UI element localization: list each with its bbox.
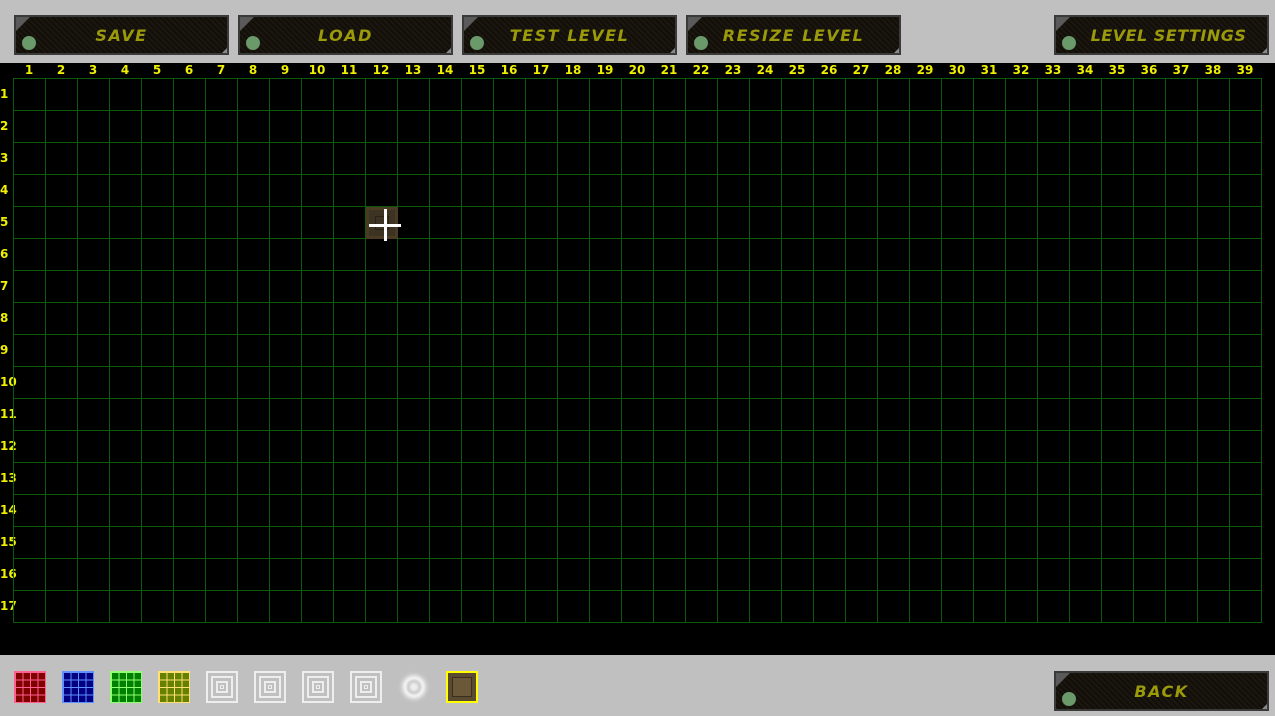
column-label: 1 [24, 63, 34, 77]
resize-level-button[interactable]: RESIZE LEVEL [686, 15, 901, 55]
column-label: 18 [564, 63, 582, 77]
level-settings-button[interactable]: LEVEL SETTINGS [1054, 15, 1269, 55]
column-label: 6 [184, 63, 194, 77]
column-label: 16 [500, 63, 518, 77]
row-label: 7 [0, 279, 9, 293]
palette-tile-metal-crate[interactable] [446, 671, 478, 703]
column-label: 26 [820, 63, 838, 77]
column-label: 38 [1204, 63, 1222, 77]
palette-tile-concentric-square-3[interactable] [302, 671, 334, 703]
column-label: 8 [248, 63, 258, 77]
row-label: 10 [0, 375, 17, 389]
column-label: 22 [692, 63, 710, 77]
column-label: 37 [1172, 63, 1190, 77]
column-label: 35 [1108, 63, 1126, 77]
row-label: 8 [0, 311, 9, 325]
column-label: 20 [628, 63, 646, 77]
palette-tile-concentric-square-1[interactable] [206, 671, 238, 703]
column-label: 17 [532, 63, 550, 77]
column-label: 31 [980, 63, 998, 77]
palette-tile-red-grid[interactable] [14, 671, 46, 703]
column-label: 30 [948, 63, 966, 77]
column-label: 29 [916, 63, 934, 77]
column-label: 9 [280, 63, 290, 77]
column-label: 23 [724, 63, 742, 77]
level-editor-board[interactable]: 1 2 3 4 5 6 7 8 9 10 11 12 13 14 15 16 17 18 19 20 21 22 23 24 2… [0, 63, 1275, 655]
palette-tile-green-grid[interactable] [110, 671, 142, 703]
palette-tile-olive-grid[interactable] [158, 671, 190, 703]
row-label: 14 [0, 503, 17, 517]
column-label: 19 [596, 63, 614, 77]
column-label: 10 [308, 63, 326, 77]
palette-tile-swirl-portal[interactable] [398, 671, 430, 703]
column-label: 7 [216, 63, 226, 77]
test-level-button[interactable]: TEST LEVEL [462, 15, 677, 55]
column-label: 3 [88, 63, 98, 77]
row-label: 13 [0, 471, 17, 485]
row-label: 5 [0, 215, 9, 229]
back-button[interactable]: BACK [1054, 671, 1269, 711]
row-label: 1 [0, 87, 9, 101]
column-label: 2 [56, 63, 66, 77]
row-label: 17 [0, 599, 17, 613]
palette-tile-concentric-square-4[interactable] [350, 671, 382, 703]
palette-tile-concentric-square-2[interactable] [254, 671, 286, 703]
column-label: 32 [1012, 63, 1030, 77]
column-label: 5 [152, 63, 162, 77]
row-label: 12 [0, 439, 17, 453]
column-label: 13 [404, 63, 422, 77]
row-label: 6 [0, 247, 9, 261]
column-label: 28 [884, 63, 902, 77]
load-button[interactable]: LOAD [238, 15, 453, 55]
column-label: 21 [660, 63, 678, 77]
column-label: 4 [120, 63, 130, 77]
row-label: 9 [0, 343, 9, 357]
row-label: 4 [0, 183, 9, 197]
column-label: 33 [1044, 63, 1062, 77]
column-label: 25 [788, 63, 806, 77]
save-button[interactable]: SAVE [14, 15, 229, 55]
column-label: 34 [1076, 63, 1094, 77]
row-label: 3 [0, 151, 9, 165]
column-label: 27 [852, 63, 870, 77]
column-label: 14 [436, 63, 454, 77]
crosshair-cursor-icon [369, 209, 401, 241]
row-label: 11 [0, 407, 17, 421]
level-grid[interactable] [13, 78, 1262, 623]
palette-tile-blue-grid[interactable] [62, 671, 94, 703]
row-label: 15 [0, 535, 17, 549]
column-label: 36 [1140, 63, 1158, 77]
row-label: 2 [0, 119, 9, 133]
column-label: 24 [756, 63, 774, 77]
row-label: 16 [0, 567, 17, 581]
column-label: 12 [372, 63, 390, 77]
column-label: 11 [340, 63, 358, 77]
column-label: 39 [1236, 63, 1254, 77]
column-label: 15 [468, 63, 486, 77]
